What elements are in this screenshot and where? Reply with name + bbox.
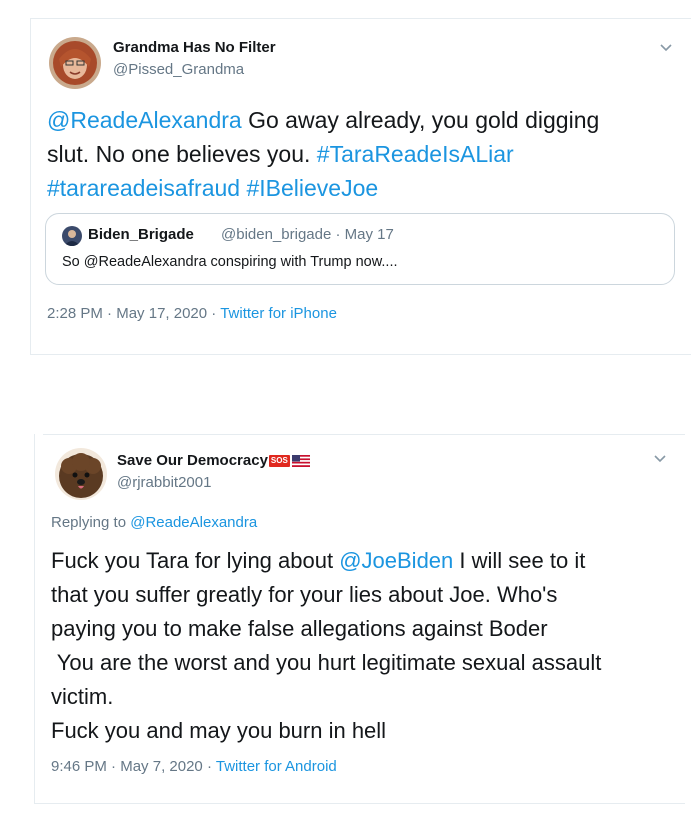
date[interactable]: May 17, 2020: [116, 305, 207, 322]
hashtag-link[interactable]: #IBelieveJoe: [246, 175, 378, 201]
mention-link[interactable]: @ReadeAlexandra: [130, 514, 257, 531]
replying-to: Replying to @ReadeAlexandra: [51, 514, 257, 531]
separator: ·: [206, 758, 212, 775]
tweet-text-segment: slut. No one believes you.: [47, 141, 317, 167]
avatar: [62, 226, 82, 246]
hashtag-link[interactable]: #TaraReadeIsALiar: [317, 141, 514, 167]
tweet-text: Fuck you Tara for lying about @JoeBiden …: [51, 544, 681, 748]
divider: [35, 803, 685, 804]
tweet-text-line: Fuck you and may you burn in hell: [51, 718, 387, 743]
tweet-meta: 9:46 PM · May 7, 2020 · Twitter for Andr…: [51, 758, 337, 775]
tweet-text: @ReadeAlexandra Go away already, you gol…: [47, 103, 677, 205]
avatar[interactable]: [55, 448, 107, 500]
quoted-text: So @ReadeAlexandra conspiring with Trump…: [62, 254, 398, 270]
quoted-display-name: Biden_Brigade: [88, 226, 194, 243]
handle[interactable]: @Pissed_Grandma: [113, 61, 244, 78]
mention-link[interactable]: @JoeBiden: [339, 548, 453, 573]
display-name[interactable]: Save Our Democracy SOS: [117, 452, 310, 469]
tweet-card: Grandma Has No Filter @Pissed_Grandma @R…: [30, 18, 691, 355]
tweet-text-line: victim.: [51, 684, 114, 709]
tweet-text-line: that you suffer greatly for your lies ab…: [51, 582, 558, 607]
quoted-date: May 17: [344, 226, 394, 243]
separator: ·: [335, 226, 341, 243]
divider: [43, 434, 685, 435]
sos-badge: SOS: [268, 455, 290, 468]
tweet-text-segment: Go away already, you gold digging: [241, 107, 600, 133]
separator: ·: [111, 758, 117, 775]
replying-prefix: Replying to: [51, 514, 131, 531]
hashtag-link[interactable]: #tarareadeisafraud: [47, 175, 240, 201]
tweet-text-line: paying you to make false allegations aga…: [51, 616, 548, 641]
mention-link[interactable]: @ReadeAlexandra: [47, 107, 242, 133]
tweet-meta: 2:28 PM · May 17, 2020 · Twitter for iPh…: [47, 305, 337, 322]
tweet-text-segment: Fuck you Tara for lying about: [51, 548, 340, 573]
source-link[interactable]: Twitter for Android: [216, 758, 337, 775]
source-link[interactable]: Twitter for iPhone: [220, 305, 337, 322]
avatar[interactable]: [49, 37, 101, 89]
chevron-down-icon[interactable]: [653, 454, 667, 464]
handle[interactable]: @rjrabbit2001: [117, 474, 211, 491]
display-name-text: Save Our Democracy: [117, 452, 268, 469]
quoted-handle: @biden_brigade: [221, 226, 332, 243]
us-flag-icon: [291, 455, 310, 468]
separator: ·: [211, 305, 217, 322]
display-name[interactable]: Grandma Has No Filter: [113, 39, 276, 56]
timestamp[interactable]: 2:28 PM: [47, 305, 103, 322]
quoted-tweet[interactable]: Biden_Brigade @biden_brigade · May 17 So…: [45, 213, 675, 285]
timestamp[interactable]: 9:46 PM: [51, 758, 107, 775]
divider: [31, 354, 691, 355]
date[interactable]: May 7, 2020: [120, 758, 203, 775]
tweet-text-segment: I will see to it: [453, 548, 586, 573]
chevron-down-icon[interactable]: [659, 43, 673, 53]
tweet-card: Save Our Democracy SOS @rjrabbit2001 Repl…: [34, 434, 685, 804]
tweet-text-line: You are the worst and you hurt legitimat…: [51, 650, 602, 675]
separator: ·: [107, 305, 113, 322]
quoted-meta: @biden_brigade · May 17: [221, 226, 394, 243]
